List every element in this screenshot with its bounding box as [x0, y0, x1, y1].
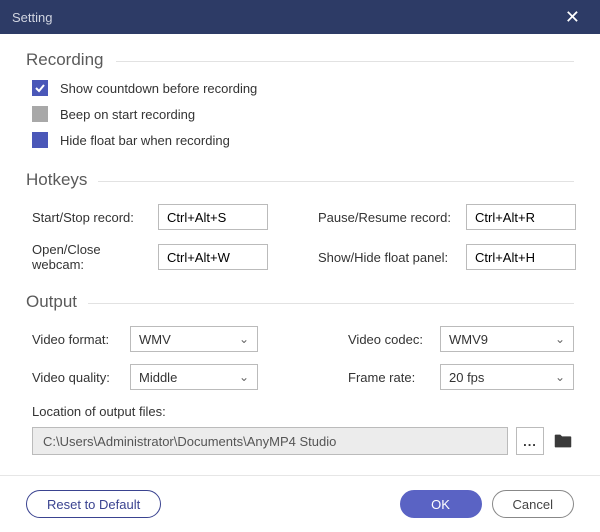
cancel-button[interactable]: Cancel: [492, 490, 574, 518]
hotkeys-heading: Hotkeys: [26, 170, 574, 190]
opt-hidefloat-label: Hide float bar when recording: [60, 133, 230, 148]
checkbox-filled-icon[interactable]: [32, 132, 48, 148]
pause-record-label: Pause/Resume record:: [318, 210, 458, 225]
reset-button[interactable]: Reset to Default: [26, 490, 161, 518]
frame-rate-label: Frame rate:: [348, 370, 432, 385]
opt-beep-label: Beep on start recording: [60, 107, 195, 122]
close-icon[interactable]: ✕: [557, 3, 588, 32]
video-codec-label: Video codec:: [348, 332, 432, 347]
browse-button[interactable]: ...: [516, 427, 544, 455]
chevron-down-icon: ⌄: [555, 332, 565, 346]
video-format-label: Video format:: [32, 332, 122, 347]
checkbox-checked-icon[interactable]: [32, 80, 48, 96]
opt-beep[interactable]: Beep on start recording: [32, 106, 574, 122]
chevron-down-icon: ⌄: [555, 370, 565, 384]
opt-countdown[interactable]: Show countdown before recording: [32, 80, 574, 96]
opt-countdown-label: Show countdown before recording: [60, 81, 257, 96]
webcam-label: Open/Close webcam:: [32, 242, 150, 272]
start-record-input[interactable]: [158, 204, 268, 230]
start-record-label: Start/Stop record:: [32, 210, 150, 225]
float-panel-label: Show/Hide float panel:: [318, 250, 458, 265]
footer: Reset to Default OK Cancel: [0, 475, 600, 532]
frame-rate-select[interactable]: 20 fps ⌄: [440, 364, 574, 390]
float-panel-input[interactable]: [466, 244, 576, 270]
location-value: C:\Users\Administrator\Documents\AnyMP4 …: [43, 434, 336, 449]
webcam-input[interactable]: [158, 244, 268, 270]
video-format-select[interactable]: WMV ⌄: [130, 326, 258, 352]
title-bar: Setting ✕: [0, 0, 600, 34]
window-title: Setting: [12, 10, 52, 25]
video-codec-value: WMV9: [449, 332, 488, 347]
hotkeys-grid: Start/Stop record: Pause/Resume record: …: [26, 204, 574, 284]
frame-rate-value: 20 fps: [449, 370, 484, 385]
folder-icon[interactable]: [552, 430, 574, 452]
ellipsis-icon: ...: [523, 434, 537, 449]
cancel-label: Cancel: [513, 497, 553, 512]
output-heading: Output: [26, 292, 574, 312]
output-grid: Video format: WMV ⌄ Video codec: WMV9 ⌄ …: [26, 326, 574, 402]
reset-label: Reset to Default: [47, 497, 140, 512]
ok-label: OK: [431, 497, 450, 512]
video-quality-label: Video quality:: [32, 370, 122, 385]
checkbox-unchecked-icon[interactable]: [32, 106, 48, 122]
chevron-down-icon: ⌄: [239, 370, 249, 384]
location-input[interactable]: C:\Users\Administrator\Documents\AnyMP4 …: [32, 427, 508, 455]
video-format-value: WMV: [139, 332, 171, 347]
video-quality-select[interactable]: Middle ⌄: [130, 364, 258, 390]
content-area: Recording Show countdown before recordin…: [0, 34, 600, 467]
ok-button[interactable]: OK: [400, 490, 482, 518]
video-quality-value: Middle: [139, 370, 177, 385]
chevron-down-icon: ⌄: [239, 332, 249, 346]
location-label: Location of output files:: [32, 404, 574, 419]
opt-hidefloat[interactable]: Hide float bar when recording: [32, 132, 574, 148]
pause-record-input[interactable]: [466, 204, 576, 230]
recording-heading: Recording: [26, 50, 574, 70]
video-codec-select[interactable]: WMV9 ⌄: [440, 326, 574, 352]
